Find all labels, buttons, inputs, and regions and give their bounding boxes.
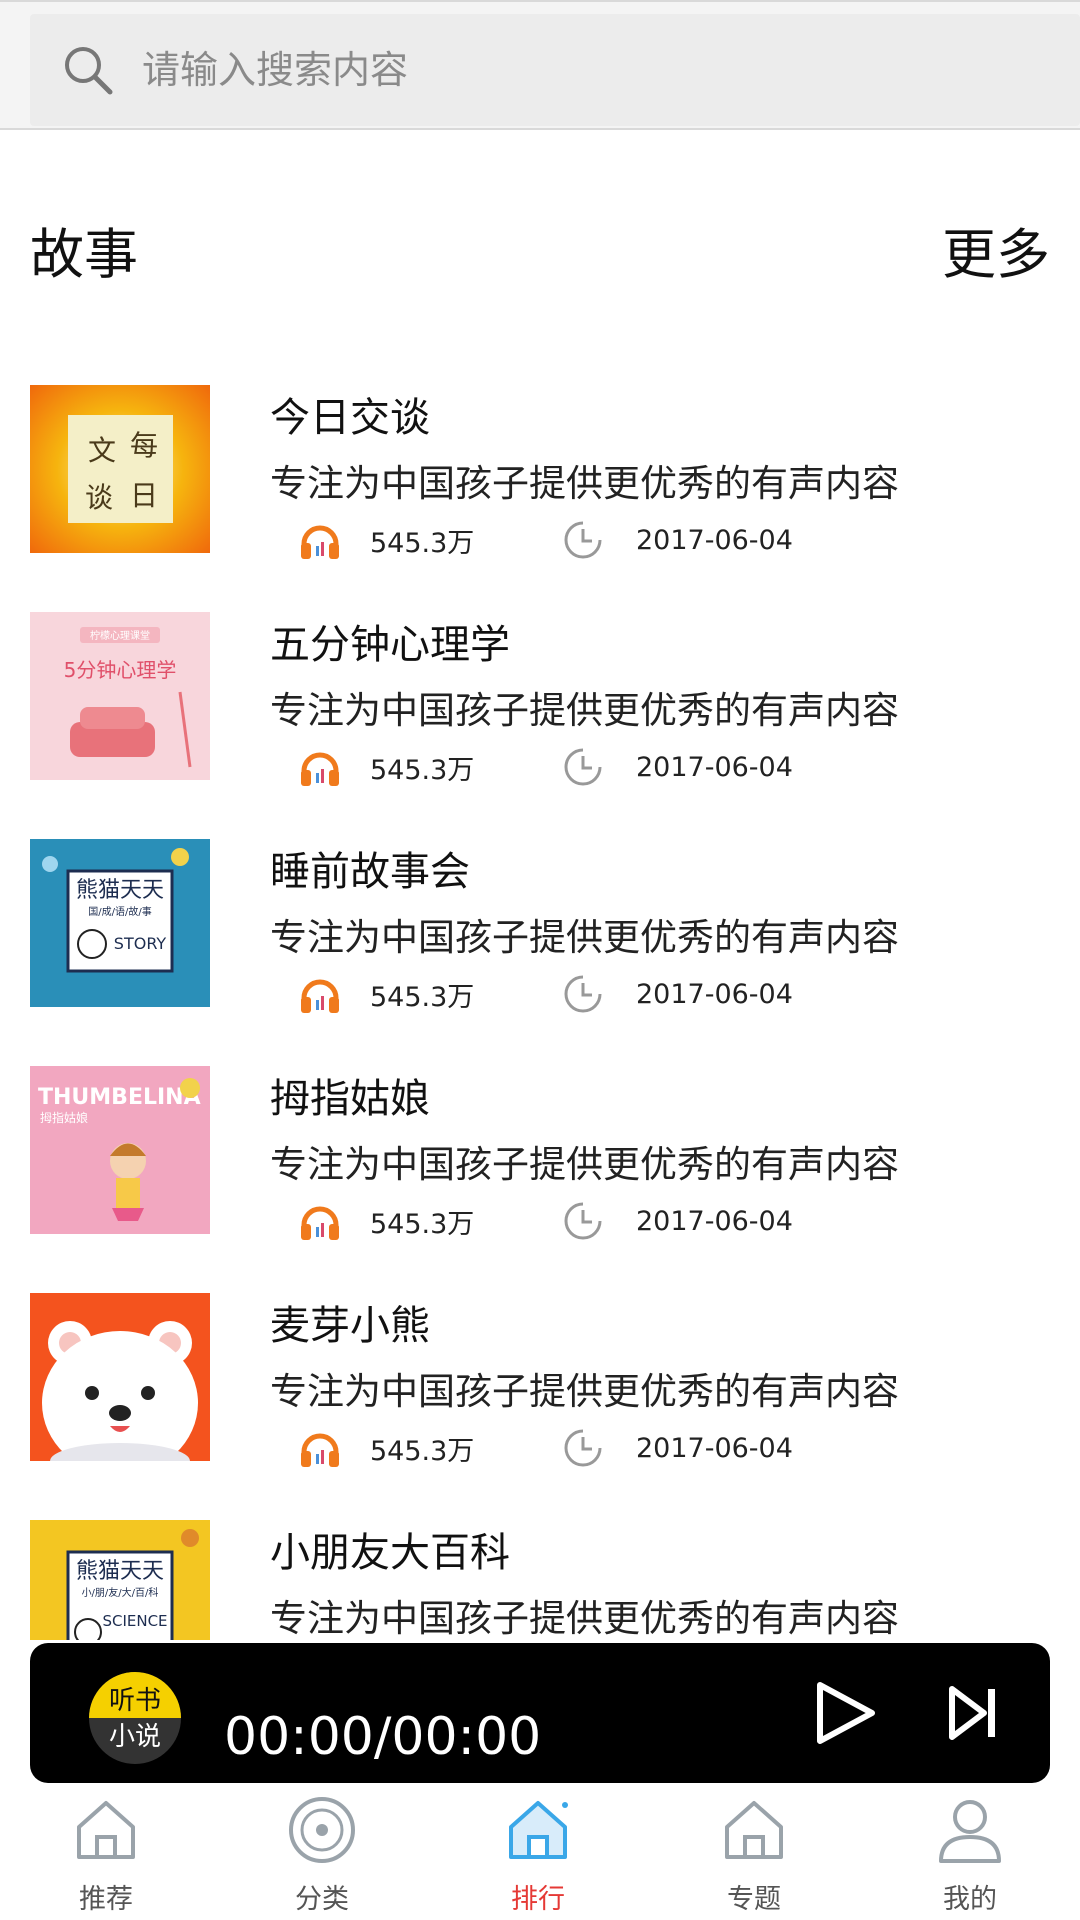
svg-text:国/成/语/故/事: 国/成/语/故/事 [88,905,151,918]
disc-icon [289,1797,355,1863]
svg-text:谈: 谈 [85,481,113,514]
publish-date: 2017-06-04 [636,751,793,783]
item-description: 专注为中国孩子提供更优秀的有声内容 [270,1143,899,1186]
play-count: 545.3万 [370,1208,475,1240]
svg-text:小/朋/友/大/百/科: 小/朋/友/大/百/科 [82,1586,159,1599]
home-icon [725,1801,783,1859]
list-item[interactable]: 熊猫天天 国/成/语/故/事 STORY 睡前故事会 专注为中国孩子提供更优秀的… [0,839,1080,1066]
clock-icon [564,1429,602,1467]
tab-mine[interactable]: 我的 [890,1793,1050,1920]
publish-date: 2017-06-04 [636,524,793,556]
svg-text:文: 文 [88,434,116,467]
cover-image: 柠檬心理课堂 5分钟心理学 [30,612,210,780]
svg-text:5分钟心理学: 5分钟心理学 [64,658,177,682]
item-title: 今日交谈 [270,395,430,441]
item-title: 五分钟心理学 [270,622,510,668]
item-meta: 545.3万 2017-06-04 [296,742,793,792]
svg-text:THUMBELINA: THUMBELINA [38,1085,201,1110]
svg-text:拇指姑娘: 拇指姑娘 [40,1110,88,1125]
item-description: 专注为中国孩子提供更优秀的有声内容 [270,916,899,959]
headphone-icon [301,525,339,559]
list-item[interactable]: THUMBELINA 拇指姑娘 拇指姑娘 专注为中国孩子提供更优秀的有声内容 5… [0,1066,1080,1293]
tab-label: 排行 [511,1884,565,1915]
svg-text:熊猫天天: 熊猫天天 [76,1559,164,1584]
home-icon [77,1801,135,1859]
play-count: 545.3万 [370,981,475,1013]
svg-text:熊猫天天: 熊猫天天 [76,878,164,903]
publish-date: 2017-06-04 [636,1432,793,1464]
svg-text:小说: 小说 [109,1722,161,1752]
item-description: 专注为中国孩子提供更优秀的有声内容 [270,462,899,505]
list-item[interactable]: 柠檬心理课堂 5分钟心理学 五分钟心理学 专注为中国孩子提供更优秀的有声内容 5… [0,612,1080,839]
cover-image: 熊猫天天 小/朋/友/大/百/科 SCIENCE [30,1520,210,1640]
item-meta: 545.3万 2017-06-04 [296,1196,793,1246]
tab-label: 分类 [295,1884,349,1915]
search-input[interactable] [140,47,944,93]
publish-date: 2017-06-04 [636,1205,793,1237]
item-meta: 545.3万 2017-06-04 [296,1423,793,1473]
svg-text:SCIENCE: SCIENCE [102,1612,167,1630]
list-item[interactable]: 熊猫天天 小/朋/友/大/百/科 SCIENCE 小朋友大百科 专注为中国孩子提… [0,1520,1080,1640]
svg-text:柠檬心理课堂: 柠檬心理课堂 [90,629,150,642]
headphone-icon [301,979,339,1013]
item-meta: 545.3万 2017-06-04 [296,515,793,565]
item-title: 睡前故事会 [270,849,470,895]
cover-image: 文 每 谈 日 [30,385,210,553]
item-description: 专注为中国孩子提供更优秀的有声内容 [270,689,899,732]
publish-date: 2017-06-04 [636,978,793,1010]
clock-icon [564,975,602,1013]
svg-text:听书: 听书 [109,1686,161,1716]
next-track-icon[interactable] [948,1685,998,1741]
headphone-icon [301,1433,339,1467]
play-count: 545.3万 [370,527,475,559]
item-title: 小朋友大百科 [270,1530,510,1576]
tab-category[interactable]: 分类 [242,1793,402,1920]
headphone-icon [301,1206,339,1240]
mini-player[interactable]: 听书 小说 00:00/00:00 [30,1643,1050,1783]
playback-time: 00:00/00:00 [224,1707,542,1767]
cover-image [30,1293,210,1461]
clock-icon [564,521,602,559]
section-title: 故事 [30,223,138,286]
svg-text:日: 日 [130,479,158,512]
section-header: 故事 更多 [30,210,1050,286]
app-logo: 听书 小说 [89,1672,181,1764]
list-item[interactable]: 文 每 谈 日 今日交谈 专注为中国孩子提供更优秀的有声内容 545.3万 20… [0,385,1080,612]
tab-topics[interactable]: 专题 [674,1793,834,1920]
home-icon [509,1801,568,1859]
item-title: 麦芽小熊 [270,1303,430,1349]
list-item[interactable]: 麦芽小熊 专注为中国孩子提供更优秀的有声内容 545.3万 2017-06-04 [0,1293,1080,1520]
item-description: 专注为中国孩子提供更优秀的有声内容 [270,1597,899,1640]
tab-recommend[interactable]: 推荐 [26,1793,186,1920]
cover-image: 熊猫天天 国/成/语/故/事 STORY [30,839,210,1007]
top-bar [0,0,1080,130]
item-title: 拇指姑娘 [270,1076,430,1122]
user-icon [939,1800,1001,1863]
tab-ranking[interactable]: 排行 [458,1793,618,1920]
tab-label: 推荐 [79,1884,133,1915]
play-count: 545.3万 [370,754,475,786]
svg-text:每: 每 [130,429,158,462]
svg-text:STORY: STORY [114,934,167,953]
search-icon [65,47,113,95]
clock-icon [564,1202,602,1240]
item-description: 专注为中国孩子提供更优秀的有声内容 [270,1370,899,1413]
search-box[interactable] [30,14,1080,126]
headphone-icon [301,752,339,786]
tab-label: 我的 [943,1884,997,1915]
bottom-tab-bar: 推荐 分类 排行 专题 我的 [0,1785,1080,1920]
story-list: 文 每 谈 日 今日交谈 专注为中国孩子提供更优秀的有声内容 545.3万 20… [0,385,1080,1640]
play-count: 545.3万 [370,1435,475,1467]
item-meta: 545.3万 2017-06-04 [296,969,793,1019]
play-icon[interactable] [814,1681,876,1745]
clock-icon [564,748,602,786]
more-link[interactable]: 更多 [942,210,1050,289]
cover-image: THUMBELINA 拇指姑娘 [30,1066,210,1234]
tab-label: 专题 [727,1884,781,1915]
